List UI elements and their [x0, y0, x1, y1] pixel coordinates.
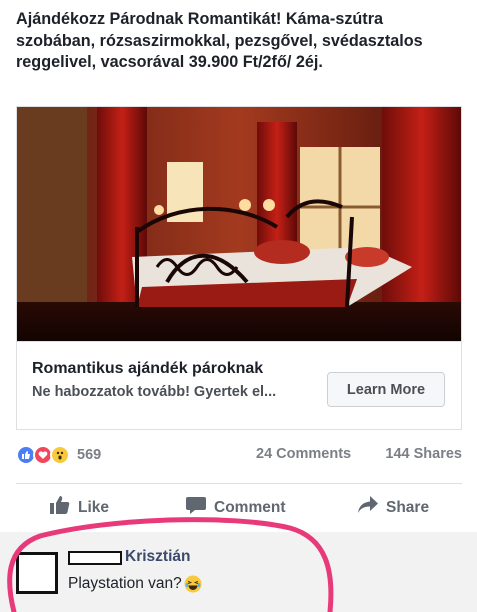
like-button[interactable]: Like: [50, 496, 109, 519]
name-redaction-box: [68, 551, 122, 565]
link-attachment[interactable]: Romantikus ajándék pároknak Ne habozzato…: [16, 106, 462, 430]
learn-more-button[interactable]: Learn More: [327, 372, 445, 407]
share-arrow-icon: [358, 496, 378, 519]
avatar-redacted[interactable]: [16, 552, 58, 594]
comments-count[interactable]: 24 Comments: [256, 446, 351, 462]
bedroom-photo[interactable]: [17, 107, 461, 341]
wow-icon: [50, 445, 70, 465]
comment-author[interactable]: Krisztián: [125, 548, 190, 566]
share-label: Share: [386, 498, 430, 516]
reaction-count: 569: [77, 447, 102, 463]
thumbs-up-icon: [50, 496, 70, 519]
comment-label: Comment: [214, 498, 286, 516]
comment-button[interactable]: Comment: [186, 496, 285, 519]
link-meta[interactable]: Romantikus ajándék pároknak Ne habozzato…: [17, 341, 461, 429]
comment-text: Playstation van?: [68, 575, 182, 592]
shares-count[interactable]: 144 Shares: [385, 446, 462, 462]
comment-bubble-icon: [186, 496, 206, 519]
laughing-emoji-icon: [184, 575, 202, 593]
post-actions: Like Comment Share: [0, 490, 477, 526]
post-text: Ajándékozz Párodnak Romantikát! Káma-szú…: [16, 10, 423, 71]
feed-post-card: Ajándékozz Párodnak Romantikát! Káma-szú…: [0, 0, 477, 532]
divider: [16, 483, 462, 484]
reactions-summary[interactable]: 569: [16, 444, 101, 466]
comment-section: Krisztián Playstation van?: [0, 532, 477, 612]
post-stats: 569 24 Comments 144 Shares: [16, 444, 462, 468]
link-title[interactable]: Romantikus ajándék pároknak: [32, 360, 263, 378]
link-description: Ne habozzatok tovább! Gyertek el...: [32, 384, 277, 400]
share-button[interactable]: Share: [358, 496, 429, 519]
like-label: Like: [78, 498, 110, 516]
comment-body: Playstation van?: [68, 575, 202, 593]
